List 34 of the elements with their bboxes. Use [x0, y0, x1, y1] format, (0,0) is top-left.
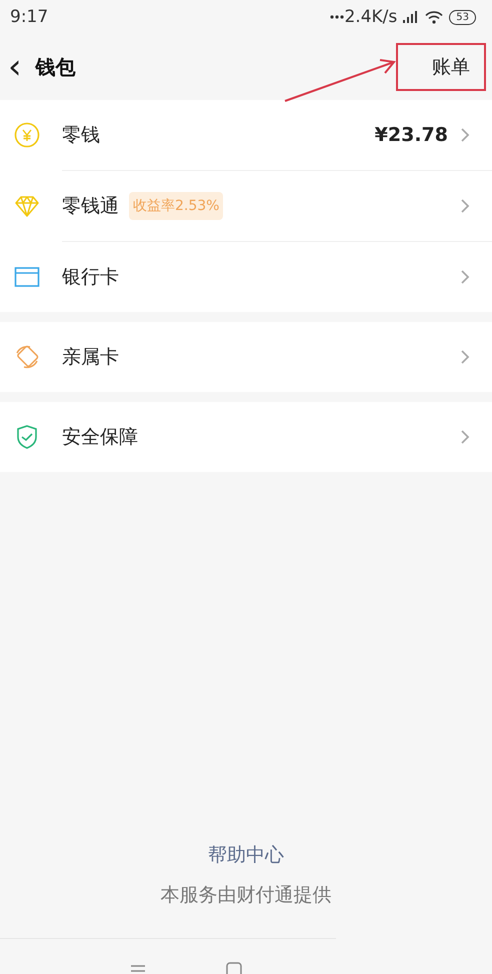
yield-badge: 收益率2.53%: [129, 192, 224, 220]
menu-item[interactable]: 零钱通 收益率2.53%: [0, 171, 492, 241]
menu-item[interactable]: 零钱 ¥23.78: [0, 100, 492, 170]
home-icon[interactable]: [226, 962, 242, 974]
coin-icon: [14, 122, 40, 148]
item-label: 零钱通: [62, 194, 119, 219]
cards-icon: [14, 344, 40, 370]
page-title: 钱包: [36, 54, 76, 80]
menu-item[interactable]: 银行卡: [0, 242, 492, 312]
item-label: 零钱: [62, 123, 100, 148]
menu-item[interactable]: 安全保障: [0, 402, 492, 472]
back-button[interactable]: ‹: [8, 50, 22, 84]
item-label: 亲属卡: [62, 345, 119, 370]
shield-icon: [14, 424, 40, 450]
signal-icon: [403, 11, 420, 23]
card-icon: [14, 264, 40, 290]
balance-value: ¥23.78: [374, 124, 448, 146]
wifi-icon: [425, 10, 444, 24]
chevron-icon: [460, 198, 470, 214]
menu-item[interactable]: 亲属卡: [0, 322, 492, 392]
item-label: 银行卡: [62, 265, 119, 290]
chevron-icon: [460, 269, 470, 285]
bill-button[interactable]: 账单: [396, 43, 486, 91]
battery-level: 53: [449, 10, 476, 24]
more-icon: [330, 15, 344, 19]
chevron-icon: [460, 429, 470, 445]
status-time: 9:17: [10, 7, 48, 27]
provider-note: 本服务由财付通提供: [160, 883, 332, 908]
chevron-icon: [460, 127, 470, 143]
item-label: 安全保障: [62, 425, 138, 450]
network-speed: 2.4K/s: [344, 7, 398, 27]
chevron-icon: [460, 349, 470, 365]
help-center-link[interactable]: 帮助中心: [208, 842, 284, 868]
menu-icon[interactable]: [130, 964, 146, 974]
